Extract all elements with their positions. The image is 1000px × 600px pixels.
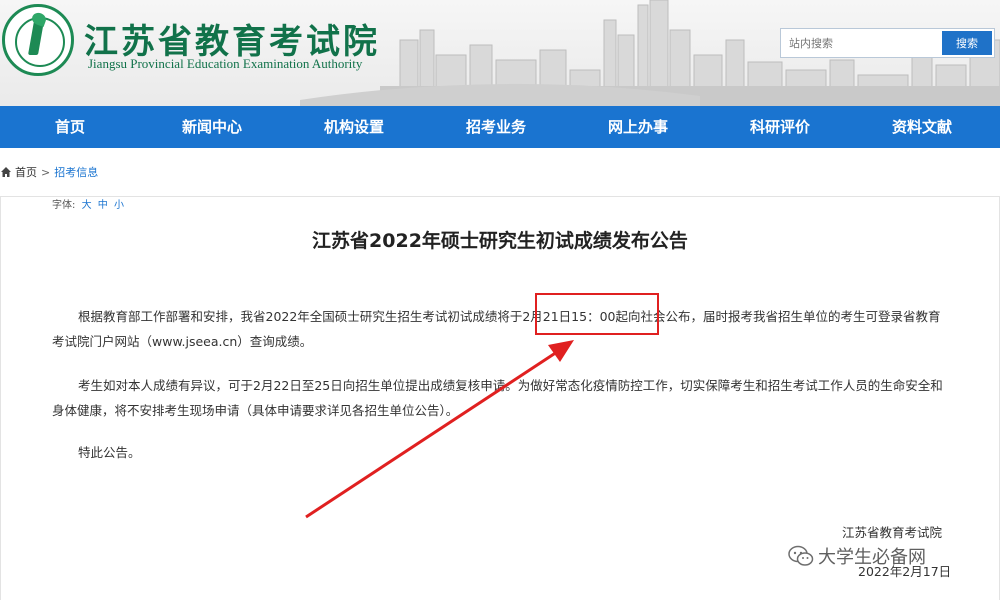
breadcrumb-separator: > bbox=[41, 165, 51, 179]
article-paragraph-2: 考生如对本人成绩有异议，可于2月22日至25日向招生单位提出成绩复核申请。为做好… bbox=[52, 378, 943, 418]
watermark-text: 大学生必备网 bbox=[818, 547, 926, 568]
breadcrumb-current[interactable]: 招考信息 bbox=[54, 164, 98, 180]
org-name-en: Jiangsu Provincial Education Examination… bbox=[88, 56, 363, 71]
nav-research-evaluation[interactable]: 科研评价 bbox=[720, 106, 840, 148]
home-icon bbox=[1, 167, 11, 177]
main-nav: 首页 新闻中心 机构设置 招考业务 网上办事 科研评价 资料文献 bbox=[0, 106, 1000, 148]
signature-org: 江苏省教育考试院 bbox=[842, 525, 943, 540]
nav-home[interactable]: 首页 bbox=[10, 106, 130, 148]
nav-online-services[interactable]: 网上办事 bbox=[578, 106, 698, 148]
font-size-medium[interactable]: 中 bbox=[98, 200, 108, 211]
breadcrumb: 首页 > 招考信息 bbox=[0, 164, 98, 180]
article-title: 江苏省2022年硕士研究生初试成绩发布公告 bbox=[312, 230, 688, 252]
search-input[interactable] bbox=[781, 29, 943, 57]
font-size-switcher: 字体: 大 中 小 bbox=[52, 196, 124, 211]
watermark: 大学生必备网 bbox=[788, 543, 926, 569]
search-box: 搜索 bbox=[780, 28, 995, 58]
font-size-small[interactable]: 小 bbox=[114, 200, 124, 211]
logo-seal[interactable] bbox=[2, 4, 74, 76]
font-size-large[interactable]: 大 bbox=[82, 200, 92, 211]
font-size-label: 字体: bbox=[52, 200, 76, 211]
nav-news-center[interactable]: 新闻中心 bbox=[152, 106, 272, 148]
nav-resources[interactable]: 资料文献 bbox=[862, 106, 982, 148]
nav-organization[interactable]: 机构设置 bbox=[294, 106, 414, 148]
nav-admission-exam[interactable]: 招考业务 bbox=[436, 106, 556, 148]
search-button[interactable]: 搜索 bbox=[942, 31, 992, 55]
site-header: 江苏省教育考试院 Jiangsu Provincial Education Ex… bbox=[0, 0, 1000, 106]
article-paragraph-1: 根据教育部工作部署和安排，我省2022年全国硕士研究生招生考试初试成绩将于2月2… bbox=[52, 309, 941, 349]
article-paragraph-3: 特此公告。 bbox=[78, 445, 141, 460]
breadcrumb-home[interactable]: 首页 bbox=[15, 164, 37, 180]
wechat-icon bbox=[788, 545, 814, 566]
